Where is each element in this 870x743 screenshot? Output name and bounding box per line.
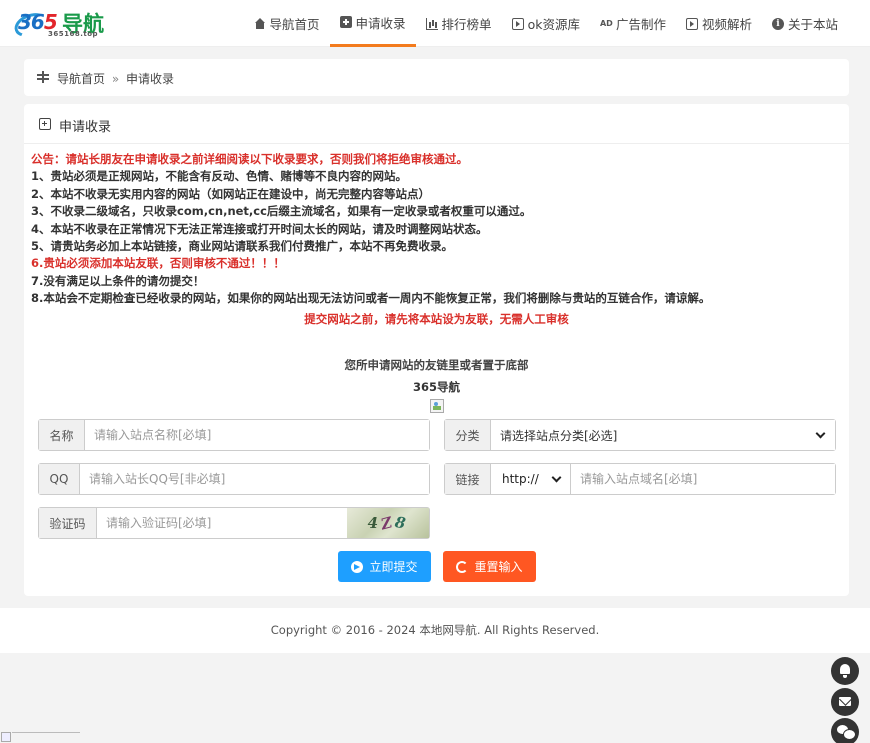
divider bbox=[12, 732, 80, 733]
nav-label: ok资源库 bbox=[527, 17, 580, 32]
nav-label: 排行榜单 bbox=[441, 17, 492, 32]
info-circle-icon: i bbox=[771, 17, 784, 30]
broken-image-icon bbox=[1, 732, 11, 742]
top-header: 365 导航 365168.top 导航首页 申请收录 排行榜单 ok资源库 A… bbox=[0, 0, 870, 47]
breadcrumb-current: 申请收录 bbox=[126, 72, 175, 86]
captcha-image[interactable]: 4 Z 8 bbox=[347, 508, 429, 538]
submit-button[interactable]: 立即提交 bbox=[338, 551, 431, 582]
notice-line: 7.没有满足以上条件的请勿提交！ bbox=[31, 273, 205, 288]
name-label: 名称 bbox=[39, 420, 85, 450]
domain-input[interactable] bbox=[571, 464, 835, 494]
wechat-icon[interactable] bbox=[831, 718, 859, 743]
breadcrumb-text: 导航首页 » 申请收录 bbox=[57, 70, 174, 87]
link-label: 链接 bbox=[445, 464, 491, 494]
nav-item-ranking[interactable]: 排行榜单 bbox=[416, 0, 502, 47]
notice-line: 1、贵站必须是正规网站，不能含有反动、色情、赌博等不良内容的网站。 bbox=[31, 169, 407, 184]
notice-line: 5、请贵站务必加上本站链接，商业网站请联系我们付费推广，本站不再免费收录。 bbox=[31, 239, 453, 254]
nav-label: 关于本站 bbox=[787, 17, 838, 32]
protocol-selected-value: http:// bbox=[502, 472, 539, 486]
placement-note: 您所申请网站的友链里或者置于底部 bbox=[344, 358, 529, 372]
name-input[interactable] bbox=[85, 420, 429, 450]
category-label: 分类 bbox=[445, 420, 491, 450]
nav-item-about[interactable]: i 关于本站 bbox=[762, 0, 848, 47]
plus-square-icon bbox=[339, 16, 352, 28]
nav-item-submit[interactable]: 申请收录 bbox=[329, 0, 416, 47]
mail-icon[interactable] bbox=[831, 688, 859, 716]
captcha-char: 8 bbox=[393, 512, 410, 534]
home-icon bbox=[254, 17, 266, 30]
send-icon bbox=[351, 560, 364, 573]
protocol-select[interactable]: http:// bbox=[491, 464, 571, 494]
nav-label: 申请收录 bbox=[355, 15, 406, 31]
reset-button[interactable]: 重置输入 bbox=[443, 551, 536, 582]
name-field-group: 名称 bbox=[38, 419, 430, 451]
notice-warning: 6.贵站必须添加本站友联，否则审核不通过！！！ bbox=[31, 256, 285, 271]
chevron-down-icon bbox=[815, 428, 826, 438]
site-name-label: 365导航 bbox=[412, 380, 460, 394]
reset-label: 重置输入 bbox=[474, 560, 523, 574]
copyright-text: Copyright © 2016 - 2024 本地网导航. All Right… bbox=[270, 623, 600, 637]
ad-icon: AD bbox=[599, 18, 613, 28]
friend-link-notice: 提交网站之前，请先将本站设为友联，无需人工审核 bbox=[304, 312, 569, 326]
breadcrumb-separator: » bbox=[111, 72, 120, 86]
qq-label: QQ bbox=[39, 464, 80, 494]
qq-input[interactable] bbox=[80, 464, 429, 494]
category-selected-value: 请选择站点分类[必选] bbox=[500, 428, 618, 443]
refresh-icon bbox=[456, 560, 469, 573]
play-square-icon bbox=[511, 17, 524, 30]
nav-item-ok-resources[interactable]: ok资源库 bbox=[502, 0, 590, 47]
notice-line: 8.本站会不定期检查已经收录的网站，如果你的网站出现无法访问或者一周内不能恢复正… bbox=[31, 291, 711, 306]
captcha-field-group: 验证码 4 Z 8 bbox=[38, 507, 430, 539]
nav-label: 导航首页 bbox=[269, 17, 320, 32]
link-field-group: 链接 http:// bbox=[444, 463, 836, 495]
notice-line: 2、本站不收录无实用内容的网站（如网站正在建设中，尚无完整内容等站点） bbox=[31, 186, 430, 201]
captcha-input[interactable] bbox=[97, 508, 347, 538]
nav-item-ad-making[interactable]: AD 广告制作 bbox=[590, 0, 676, 47]
play-square-icon bbox=[685, 17, 698, 30]
breadcrumb: 导航首页 » 申请收录 bbox=[24, 59, 849, 96]
notice-line: 4、本站不收录在正常情况下无法正常连接或打开时间太长的网站，请及时调整网站状态。 bbox=[31, 221, 488, 236]
nav-label: 广告制作 bbox=[615, 17, 666, 32]
captcha-label: 验证码 bbox=[39, 508, 97, 538]
category-select[interactable]: 请选择站点分类[必选] bbox=[491, 420, 835, 450]
qq-field-group: QQ bbox=[38, 463, 430, 495]
logo-domain: 365168.top bbox=[48, 30, 99, 38]
broken-image-icon bbox=[430, 399, 444, 413]
page-footer: Copyright © 2016 - 2024 本地网导航. All Right… bbox=[0, 608, 870, 653]
nav-item-home[interactable]: 导航首页 bbox=[244, 0, 330, 47]
card-title: 申请收录 bbox=[59, 120, 112, 135]
location-icon bbox=[37, 71, 49, 83]
notice-line: 3、不收录二级域名，只收录com,cn,net,cc后缀主流域名，如果有一定收录… bbox=[31, 204, 532, 219]
plus-square-icon bbox=[39, 118, 51, 130]
site-logo[interactable]: 365 导航 365168.top bbox=[11, 8, 124, 42]
bar-chart-icon bbox=[425, 17, 438, 30]
nav-item-video-parse[interactable]: 视频解析 bbox=[676, 0, 762, 47]
category-field-group: 分类 请选择站点分类[必选] bbox=[444, 419, 836, 451]
submit-site-card: 申请收录 公告：请站长朋友在申请收录之前详细阅读以下收录要求，否则我们将拒绝审核… bbox=[24, 104, 849, 596]
breadcrumb-home-link[interactable]: 导航首页 bbox=[57, 72, 105, 86]
main-nav: 导航首页 申请收录 排行榜单 ok资源库 AD 广告制作 视频解析 i 关于本站 bbox=[244, 0, 848, 47]
notice-block: 公告：请站长朋友在申请收录之前详细阅读以下收录要求，否则我们将拒绝审核通过。 1… bbox=[31, 151, 841, 308]
card-header: 申请收录 bbox=[24, 104, 849, 144]
notification-bell-icon[interactable] bbox=[831, 657, 859, 685]
submit-label: 立即提交 bbox=[369, 560, 418, 574]
notice-heading: 公告：请站长朋友在申请收录之前详细阅读以下收录要求，否则我们将拒绝审核通过。 bbox=[31, 152, 468, 166]
nav-label: 视频解析 bbox=[701, 17, 752, 32]
chevron-down-icon bbox=[551, 472, 562, 482]
